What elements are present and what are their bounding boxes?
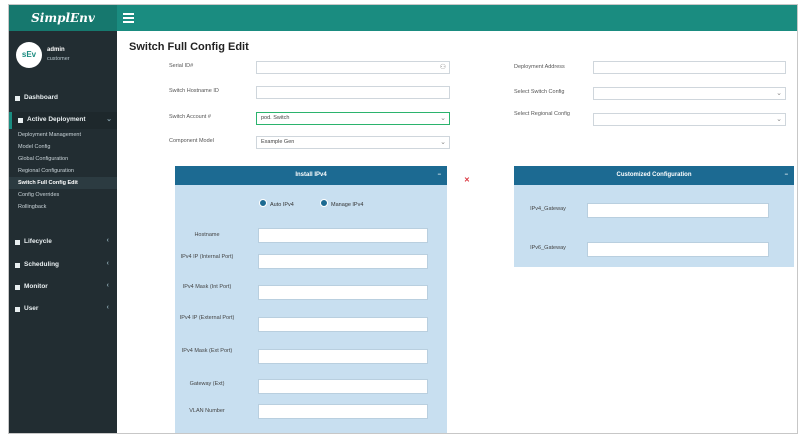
sidebar-subitem-switch-full-config-edit[interactable]: Switch Full Config Edit	[9, 177, 117, 189]
lifecycle-icon	[15, 240, 20, 245]
user-panel: sEv admin customer	[9, 31, 117, 79]
chevron-left-icon: ‹	[106, 304, 109, 311]
install-ipv4-panel: Install IPv4 − Auto IPv4 Manage IPv4 Hos…	[175, 166, 447, 433]
chevron-left-icon: ‹	[106, 237, 109, 244]
sidebar-subitem-model-config[interactable]: Model Config	[9, 141, 117, 153]
gateway-ext-label: Gateway (Ext)	[189, 381, 225, 387]
ipv4-mask-ext-label: IPv4 Mask (Ext Port)	[181, 348, 233, 354]
chevron-down-icon: ⌄	[440, 139, 446, 146]
gateway-ext-input[interactable]	[258, 379, 428, 394]
sidebar-subitem-deployment-management[interactable]: Deployment Management	[9, 129, 117, 141]
ipv4-mask-ext-input[interactable]	[258, 349, 428, 364]
sidebar-item-label: Active Deployment	[27, 116, 86, 123]
chevron-left-icon: ‹	[106, 260, 109, 267]
ipv4-gateway-label: IPv4_Gateway	[530, 206, 566, 212]
chevron-down-icon: ⌄	[106, 116, 112, 123]
collapse-icon[interactable]: −	[784, 166, 788, 185]
sidebar-item-lifecycle[interactable]: Lifecycle ‹	[9, 234, 117, 251]
radio-dot-icon	[259, 199, 267, 207]
main-content: Switch Full Config Edit Serial ID# ⚇ Swi…	[117, 31, 797, 433]
sidebar-item-label: Lifecycle	[24, 238, 52, 245]
error-marker-icon: ✕	[464, 177, 470, 184]
auto-ipv4-radio[interactable]: Auto IPv4	[259, 199, 294, 208]
collapse-icon[interactable]: −	[437, 166, 441, 185]
brand-logo[interactable]: SimplEnv	[9, 5, 117, 31]
sidebar-item-user[interactable]: User ‹	[9, 301, 117, 318]
chevron-left-icon: ‹	[106, 282, 109, 289]
ipv4-internal-label: IPv4 IP (Internal Port)	[180, 254, 234, 260]
ipv4-gateway-input[interactable]	[587, 203, 769, 218]
select-regional-config-select[interactable]: ⌄	[593, 113, 786, 126]
calendar-icon	[15, 263, 20, 268]
user-role: customer	[47, 56, 70, 62]
select-regional-config-label: Select Regional Config	[514, 111, 570, 117]
sidebar-subitem-config-overrides[interactable]: Config Overrides	[9, 189, 117, 201]
manage-ipv4-radio[interactable]: Manage IPv4	[320, 199, 363, 208]
hostname-id-label: Switch Hostname ID	[169, 88, 219, 94]
sidebar-subitem-regional-configuration[interactable]: Regional Configuration	[9, 165, 117, 177]
dashboard-icon	[15, 96, 20, 101]
chevron-down-icon: ⌄	[776, 116, 782, 123]
serial-id-field[interactable]: ⚇	[256, 61, 450, 74]
component-model-label: Component Model	[169, 138, 214, 144]
hostname-id-field[interactable]	[256, 86, 450, 99]
component-model-select[interactable]: Example Gen ⌄	[256, 136, 450, 149]
select-switch-config-select[interactable]: ⌄	[593, 87, 786, 100]
avatar: sEv	[16, 42, 42, 68]
ipv4-internal-input[interactable]	[258, 254, 428, 269]
sidebar-subitem-global-configuration[interactable]: Global Configuration	[9, 153, 117, 165]
lookup-icon: ⚇	[439, 64, 446, 71]
chevron-down-icon: ⌄	[440, 115, 446, 122]
page-title: Switch Full Config Edit	[129, 41, 249, 53]
top-bar: SimplEnv	[9, 5, 797, 31]
hostname-input[interactable]	[258, 228, 428, 243]
customized-configuration-panel: Customized Configuration − IPv4_Gateway …	[514, 166, 794, 267]
panel-title: Customized Configuration	[616, 172, 692, 178]
panel-title: Install IPv4	[295, 172, 327, 178]
sidebar: sEv admin customer Dashboard Active Depl…	[9, 31, 120, 433]
ipv4-mask-int-input[interactable]	[258, 285, 428, 300]
app-window: SimplEnv sEv admin customer Dashboard Ac…	[8, 4, 798, 434]
ipv6-gateway-input[interactable]	[587, 242, 769, 257]
sidebar-item-label: User	[24, 305, 39, 312]
sidebar-item-label: Scheduling	[24, 261, 60, 268]
user-name: admin	[47, 47, 65, 53]
vlan-number-label: VLAN Number	[189, 408, 225, 414]
serial-id-label: Serial ID#	[169, 63, 194, 69]
ipv4-external-label: IPv4 IP (External Port)	[179, 315, 235, 321]
ipv4-external-input[interactable]	[258, 317, 428, 332]
panel-header: Customized Configuration −	[514, 166, 794, 185]
deployment-icon	[18, 118, 23, 123]
sidebar-subitem-rollingback[interactable]: Rollingback	[9, 201, 117, 213]
switch-account-label: Switch Account #	[169, 114, 211, 120]
ipv6-gateway-label: IPv6_Gateway	[530, 245, 566, 251]
hostname-label: Hostname	[194, 232, 220, 238]
sidebar-item-active-deployment[interactable]: Active Deployment ⌄	[9, 112, 120, 129]
select-switch-config-label: Select Switch Config	[514, 89, 565, 95]
sidebar-item-monitor[interactable]: Monitor ‹	[9, 279, 117, 296]
deployment-address-label: Deployment Address	[514, 64, 565, 70]
menu-toggle-icon[interactable]	[123, 13, 134, 23]
panel-header: Install IPv4 −	[175, 166, 447, 185]
radio-dot-icon	[320, 199, 328, 207]
sidebar-item-scheduling[interactable]: Scheduling ‹	[9, 257, 117, 274]
sidebar-item-label: Dashboard	[24, 94, 58, 101]
monitor-icon	[15, 285, 20, 290]
vlan-number-input[interactable]	[258, 404, 428, 419]
deployment-address-field[interactable]	[593, 61, 786, 74]
ipv4-mask-int-label: IPv4 Mask (Int Port)	[182, 284, 232, 290]
sidebar-item-dashboard[interactable]: Dashboard	[9, 90, 117, 107]
chevron-down-icon: ⌄	[776, 90, 782, 97]
user-icon	[15, 307, 20, 312]
switch-account-select[interactable]: pod. Switch ⌄	[256, 112, 450, 125]
sidebar-item-label: Monitor	[24, 283, 48, 290]
